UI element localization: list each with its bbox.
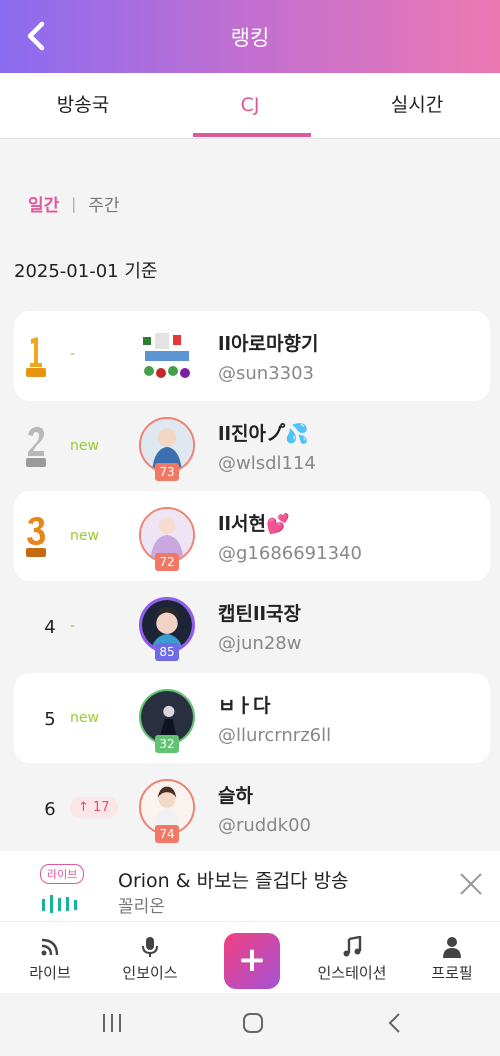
- level-badge: 85: [155, 643, 179, 661]
- live-broadcast-icon: [41, 938, 59, 956]
- active-tab-indicator: [193, 133, 311, 137]
- user-handle: @g1686691340: [218, 543, 362, 564]
- music-note-icon: [343, 936, 362, 957]
- nav-label: 인스테이션: [317, 964, 387, 982]
- close-icon[interactable]: [458, 871, 484, 897]
- ranking-row[interactable]: new 73 ll진아ノ゚💦 @wlsdl114: [14, 401, 490, 491]
- mini-player[interactable]: 라이브 Orion & 바보는 즐겁다 방송 꼴리온: [0, 851, 500, 921]
- app-header: 랭킹: [0, 0, 500, 73]
- system-navigation-bar: [0, 993, 500, 1056]
- rank-change-up: ↑ 17: [70, 797, 118, 818]
- nav-profile[interactable]: 프로필: [404, 922, 500, 994]
- add-button[interactable]: +: [224, 933, 280, 989]
- period-toggle: 일간 | 주간: [28, 191, 120, 217]
- level-badge: 32: [155, 735, 179, 753]
- ranking-row[interactable]: 5 new 32 ㅂㅏ다 @llurcrnrz6ll: [14, 673, 490, 763]
- rank-change-value: 17: [93, 800, 110, 815]
- user-handle: @llurcrnrz6ll: [218, 725, 332, 746]
- avatar-image: [139, 327, 195, 383]
- level-badge: 74: [155, 825, 179, 843]
- tab-station[interactable]: 방송국: [0, 73, 166, 139]
- person-icon: [443, 937, 461, 958]
- system-back-icon[interactable]: [383, 1011, 407, 1035]
- user-name: ll서현💕: [218, 513, 290, 535]
- nav-label: 프로필: [431, 964, 473, 982]
- period-separator: |: [71, 194, 77, 213]
- period-weekly[interactable]: 주간: [88, 191, 119, 216]
- rank-change: new: [70, 710, 99, 726]
- microphone-icon: [142, 937, 158, 957]
- player-title: Orion & 바보는 즐겁다 방송: [118, 870, 349, 892]
- level-badge: 72: [155, 553, 179, 571]
- ranking-tabs: 방송국 CJ 실시간: [0, 73, 500, 139]
- rank-change: -: [70, 346, 76, 362]
- back-arrow-icon[interactable]: [22, 18, 52, 54]
- silver-trophy-icon: [26, 427, 46, 467]
- nav-instation[interactable]: 인스테이션: [300, 922, 404, 994]
- rank-number: 5: [44, 709, 56, 730]
- nav-label: 인보이스: [122, 964, 178, 982]
- rank-change: -: [70, 618, 76, 634]
- gold-trophy-icon: [26, 337, 46, 377]
- bottom-navigation: 라이브 인보이스 + 인스테이션 프로필: [0, 921, 500, 993]
- ranking-row[interactable]: 6 ↑ 17 74 슬하 @ruddk00: [14, 763, 490, 853]
- user-name: 슬하: [218, 785, 253, 807]
- live-badge: 라이브: [40, 864, 85, 884]
- rank-number: 6: [44, 799, 56, 820]
- user-name: ㅂㅏ다: [218, 695, 271, 717]
- page-title: 랭킹: [230, 25, 270, 50]
- user-handle: @sun3303: [218, 363, 315, 384]
- period-daily[interactable]: 일간: [28, 191, 59, 216]
- user-handle: @jun28w: [218, 633, 302, 654]
- player-subtitle: 꼴리온: [118, 897, 165, 917]
- nav-label: 라이브: [29, 964, 71, 982]
- rank-number: 4: [44, 617, 56, 638]
- arrow-up-icon: ↑: [78, 800, 94, 815]
- recent-apps-icon[interactable]: [100, 1011, 124, 1035]
- user-handle: @ruddk00: [218, 815, 311, 836]
- ranking-row[interactable]: - ll아로마향기 @sun3303: [14, 311, 490, 401]
- nav-live[interactable]: 라이브: [0, 922, 100, 994]
- level-badge: 73: [155, 463, 179, 481]
- user-name: 캡틴ll국장: [218, 603, 301, 625]
- rank-change: new: [70, 438, 99, 454]
- bronze-trophy-icon: [26, 517, 46, 557]
- tab-realtime[interactable]: 실시간: [334, 73, 500, 139]
- ranking-row[interactable]: new 72 ll서현💕 @g1686691340: [14, 491, 490, 581]
- rank-change: new: [70, 528, 99, 544]
- ranking-row[interactable]: 4 - 85 캡틴ll국장 @jun28w: [14, 581, 490, 671]
- user-name: ll진아ノ゚💦: [218, 423, 309, 445]
- tab-cj[interactable]: CJ: [166, 73, 334, 139]
- nav-invoice[interactable]: 인보이스: [100, 922, 200, 994]
- user-name: ll아로마향기: [218, 333, 319, 355]
- basis-date: 2025-01-01 기준: [14, 261, 158, 282]
- user-handle: @wlsdl114: [218, 453, 316, 474]
- equalizer-icon: [42, 895, 77, 913]
- home-icon[interactable]: [241, 1011, 265, 1035]
